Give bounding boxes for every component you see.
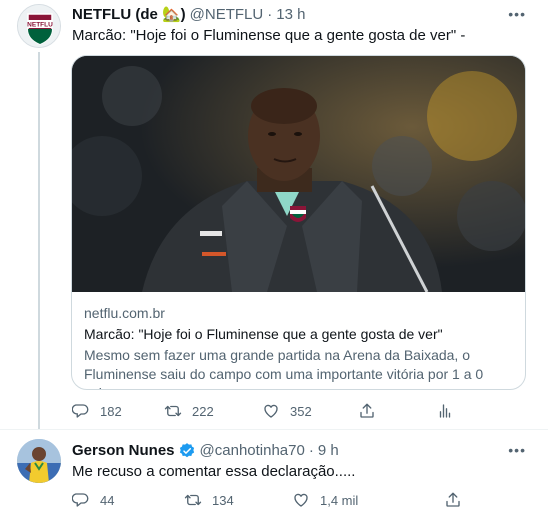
thread-line	[38, 52, 40, 429]
verified-badge-icon	[179, 443, 194, 458]
tweet-header: Gerson Nunes @canhotinha70 · 9 h	[72, 441, 339, 461]
retweet-count: 222	[192, 403, 214, 419]
like-count: 1,4 mil	[320, 492, 359, 508]
card-domain: netflu.com.br	[84, 305, 165, 321]
share-icon	[360, 403, 374, 418]
share-button[interactable]	[358, 401, 386, 421]
retweet-icon	[184, 494, 202, 506]
tweet-time[interactable]: 13 h	[276, 5, 305, 25]
reply-count: 44	[100, 492, 115, 508]
tweet-actions: 182 222 352	[72, 401, 472, 421]
reply-icon	[72, 493, 89, 507]
author-handle[interactable]: @NETFLU	[190, 5, 264, 25]
tweet-header: NETFLU (de 🏡) @NETFLU · 13 h	[72, 5, 305, 25]
analytics-button[interactable]	[436, 401, 464, 421]
separator-dot: ·	[308, 442, 314, 459]
link-card[interactable]: netflu.com.br Marcão: "Hoje foi o Flumin…	[71, 55, 526, 390]
retweet-count: 134	[212, 492, 234, 508]
reply-icon	[72, 404, 89, 418]
share-button[interactable]	[444, 490, 472, 510]
author-name[interactable]: Gerson Nunes	[72, 441, 175, 461]
author-name[interactable]: NETFLU (de 🏡)	[72, 5, 186, 25]
tweet-text: Marcão: "Hoje foi o Fluminense que a gen…	[72, 27, 466, 44]
avatar[interactable]	[17, 439, 61, 483]
netflu-logo-icon: NETFLU	[18, 5, 60, 47]
tweet[interactable]: Gerson Nunes @canhotinha70 · 9 h ••• Me …	[0, 429, 548, 519]
avatar[interactable]: NETFLU	[17, 4, 61, 48]
card-title: Marcão: "Hoje foi o Fluminense que a gen…	[84, 326, 443, 342]
card-description-line1: Mesmo sem fazer uma grande partida na Ar…	[84, 347, 470, 363]
retweet-button[interactable]: 222	[164, 401, 214, 421]
reply-button[interactable]: 182	[72, 401, 122, 421]
tweet[interactable]: NETFLU NETFLU (de 🏡) @NETFLU · 13 h ••• …	[0, 0, 548, 429]
coach-photo-icon	[72, 56, 525, 292]
like-button[interactable]: 1,4 mil	[292, 490, 358, 510]
like-icon	[264, 404, 278, 418]
more-icon[interactable]: •••	[508, 442, 526, 458]
author-handle[interactable]: @canhotinha70	[200, 441, 305, 461]
card-meta: netflu.com.br Marcão: "Hoje foi o Flumin…	[84, 304, 513, 389]
like-count: 352	[290, 403, 312, 419]
reply-count: 182	[100, 403, 122, 419]
tweet-actions: 44 134 1,4 mil	[72, 490, 472, 510]
card-description-line2: Fluminense saiu do campo com uma importa…	[84, 366, 484, 389]
tweet-time[interactable]: 9 h	[318, 441, 339, 461]
separator-dot: ·	[267, 6, 273, 23]
tweet-text: Me recuso a comentar essa declaração....…	[72, 463, 356, 480]
share-icon	[446, 492, 460, 507]
retweet-icon	[164, 405, 182, 417]
retweet-button[interactable]: 134	[184, 490, 234, 510]
like-icon	[294, 493, 308, 507]
like-button[interactable]: 352	[262, 401, 312, 421]
avatar-logo-text: NETFLU	[27, 22, 53, 29]
player-photo-icon	[17, 439, 61, 483]
analytics-icon	[439, 404, 451, 418]
reply-button[interactable]: 44	[72, 490, 114, 510]
more-icon[interactable]: •••	[508, 6, 526, 22]
